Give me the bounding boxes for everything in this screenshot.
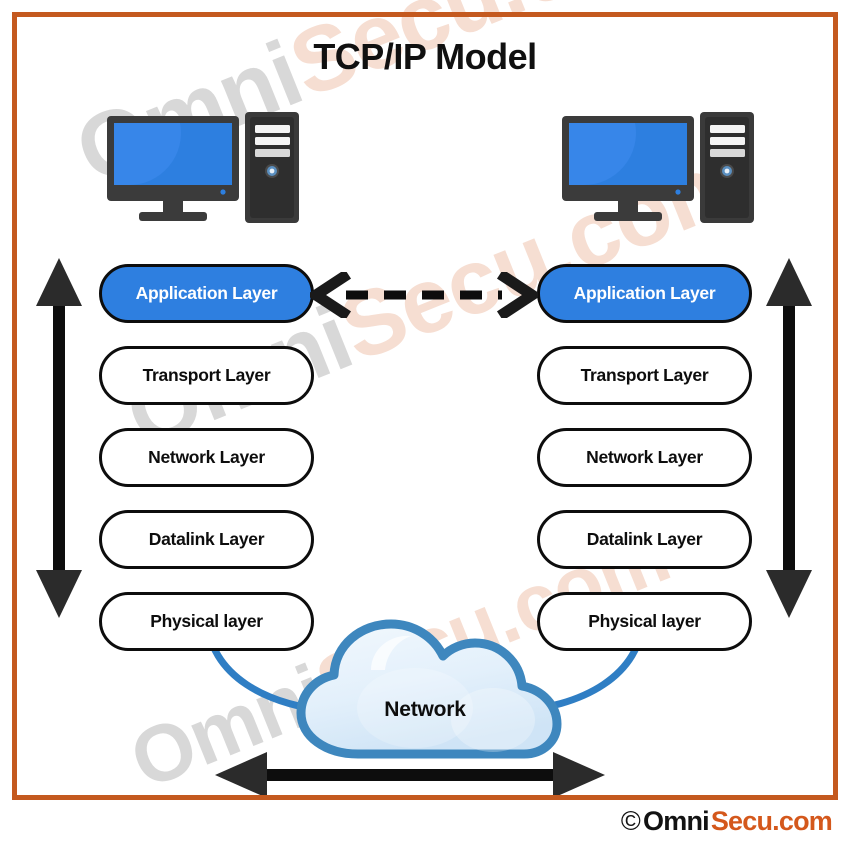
application-peer-connector xyxy=(305,269,543,321)
brand-name-second: Secu.com xyxy=(710,806,833,836)
diagram-canvas: OmniSecu.com OmniSecu.com OmniSecu.com T… xyxy=(0,0,850,850)
page-border-frame xyxy=(12,12,838,800)
copyright-icon: © xyxy=(620,806,641,836)
brand-name-first: Omni xyxy=(643,806,710,836)
footer-brand: © Omni Secu.com xyxy=(620,806,833,837)
dashed-double-arrow-icon xyxy=(305,269,543,321)
